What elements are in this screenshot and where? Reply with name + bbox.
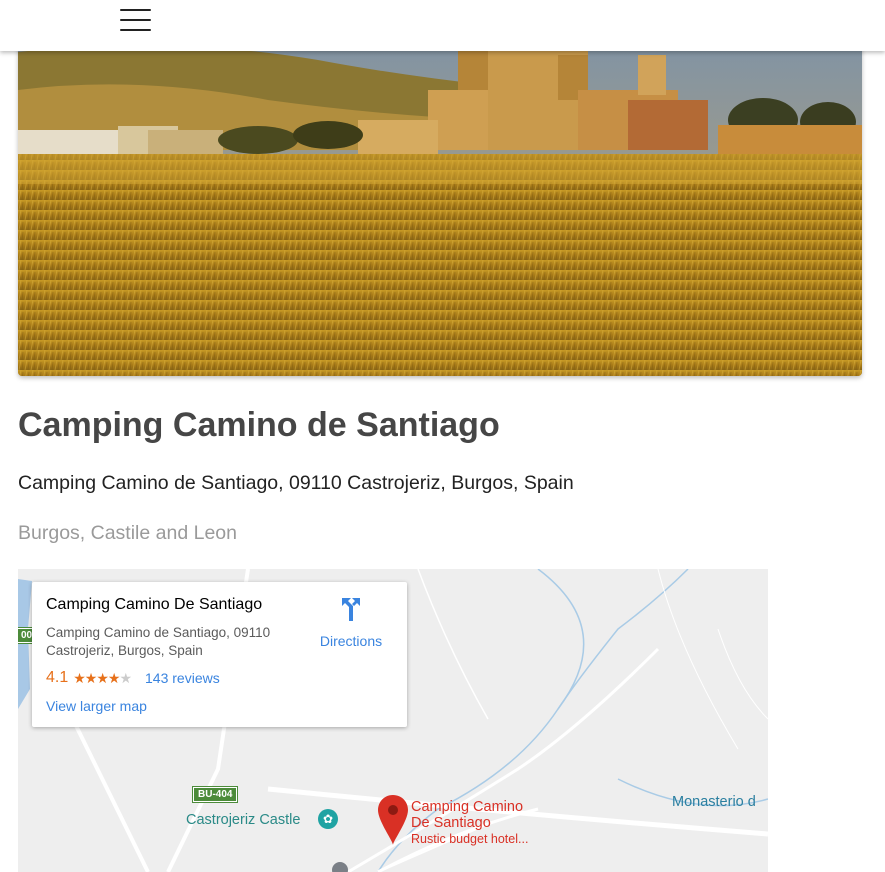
view-larger-map-link[interactable]: View larger map [46,698,147,714]
directions-label: Directions [319,633,383,649]
star-rating-icon: ★★★★★ [73,669,132,686]
place-card: Camping Camino De Santiago Camping Camin… [32,582,407,727]
directions-button[interactable]: Directions [316,596,386,649]
embedded-map[interactable]: BU-404 00 Castrojeriz Castle ✿ Monasteri… [18,569,768,872]
directions-icon [342,598,360,621]
camera-poi-icon[interactable]: ✿ [318,809,338,829]
map-label-monastery[interactable]: Monasterio d [672,794,756,810]
page-title: Camping Camino de Santiago [18,406,500,444]
place-region: Burgos, Castile and Leon [18,522,237,544]
pin-label[interactable]: Camping Camino De Santiago Rustic budget… [411,799,528,847]
menu-line [120,9,151,11]
place-card-address: Camping Camino de Santiago, 09110 Castro… [46,625,271,658]
hamburger-menu-icon[interactable] [118,6,154,36]
map-pin-icon[interactable] [378,795,408,845]
pin-label-sub: Rustic budget hotel... [411,832,529,846]
top-bar [0,0,885,51]
hero-photo [18,30,862,376]
place-address: Camping Camino de Santiago, 09110 Castro… [18,472,574,494]
menu-line [120,19,151,21]
place-card-rating: 4.1 [46,669,69,686]
map-label-castle[interactable]: Castrojeriz Castle [186,812,300,828]
pin-label-line1: Camping Camino [411,799,524,815]
pin-label-line2: De Santiago [411,815,491,831]
menu-line [120,29,151,31]
place-card-rating-row: 4.1 ★★★★★ 143 reviews [46,668,407,688]
road-shield-bu404: BU-404 [191,786,239,803]
reviews-link[interactable]: 143 reviews [145,670,220,686]
